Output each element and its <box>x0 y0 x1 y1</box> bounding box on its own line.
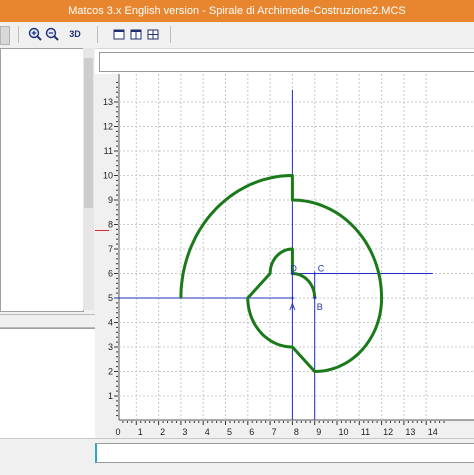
toolbar-separator <box>170 26 171 43</box>
point-label-c: C <box>318 264 325 274</box>
command-input[interactable] <box>99 52 474 72</box>
x-tick-label: 8 <box>294 427 299 437</box>
point-label-a: A <box>289 302 295 312</box>
y-tick-label: 2 <box>108 367 113 377</box>
y-tick-label: 7 <box>108 244 113 254</box>
left-panel <box>0 48 95 439</box>
window-title: Matcos 3.x English version - Spirale di … <box>68 5 406 17</box>
object-list-scrollbar[interactable] <box>83 48 94 310</box>
y-tick-label: 11 <box>104 146 113 156</box>
toolbar-separator <box>97 26 98 43</box>
x-tick-label: 3 <box>182 427 187 437</box>
y-tick-label: 3 <box>108 342 113 352</box>
y-tick-label: 6 <box>108 269 113 279</box>
coordinate-plane[interactable]: 0 1 2 3 4 5 6 7 8 9 10 11 12 13 1412345678910111213A BC… <box>95 74 474 438</box>
point-label-b: B <box>317 302 323 312</box>
x-tick-label: 14 <box>428 427 438 437</box>
x-tick-label: 6 <box>249 427 254 437</box>
graph-area[interactable]: 0 1 2 3 4 5 6 7 8 9 10 11 12 13 14 1 2 3 4 5 6 7 8 9 10 11 12 13 A B C… <box>95 74 474 438</box>
y-tick-label: 10 <box>103 171 113 181</box>
panel-splitter[interactable] <box>0 314 95 328</box>
window-titlebar: Matcos 3.x English version - Spirale di … <box>0 0 474 22</box>
y-tick-label: 1 <box>108 391 113 401</box>
status-bar <box>0 438 474 475</box>
x-tick-label: 1 <box>138 427 143 437</box>
3d-view-button[interactable]: 3D <box>66 26 84 43</box>
status-input[interactable] <box>95 443 474 463</box>
y-tick-label: 9 <box>108 195 113 205</box>
x-tick-label: 11 <box>361 427 370 437</box>
x-tick-label: 12 <box>383 427 393 437</box>
y-tick-label: 8 <box>108 220 113 230</box>
scrollbar-thumb[interactable] <box>84 58 93 208</box>
zoom-in-icon[interactable] <box>27 26 43 43</box>
x-tick-label: 5 <box>227 427 232 437</box>
toolbar-overflow-button[interactable] <box>0 26 10 45</box>
zoom-out-icon[interactable] <box>44 26 60 43</box>
y-tick-label: 4 <box>108 318 113 328</box>
toolbar: 3D <box>0 22 474 49</box>
x-tick-label: 13 <box>405 427 415 437</box>
x-tick-label: 7 <box>272 427 277 437</box>
properties-panel[interactable] <box>0 328 95 439</box>
layout-icon[interactable] <box>129 26 143 43</box>
x-tick-label: 9 <box>316 427 321 437</box>
y-tick-label: 12 <box>103 122 113 132</box>
y-tick-label: 5 <box>108 293 113 303</box>
y-tick-label: 13 <box>103 97 113 107</box>
object-list[interactable] <box>0 48 84 312</box>
x-tick-label: 2 <box>160 427 165 437</box>
point-label-d: D <box>290 264 297 274</box>
x-tick-label: 0 <box>116 427 121 437</box>
x-tick-label: 4 <box>205 427 210 437</box>
window-icon[interactable] <box>112 26 126 43</box>
grid-icon[interactable] <box>146 26 160 43</box>
toolbar-separator <box>18 26 19 43</box>
plot-background <box>119 74 474 420</box>
x-tick-label: 10 <box>339 427 349 437</box>
